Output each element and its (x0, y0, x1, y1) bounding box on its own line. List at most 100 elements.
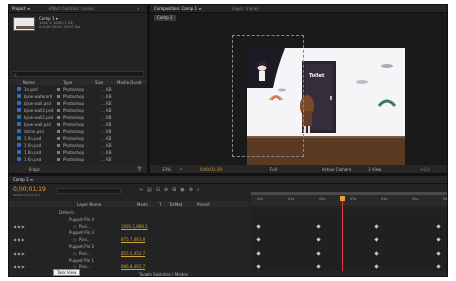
tab-comp1-timeline[interactable]: Comp 1 ≡ (13, 177, 33, 183)
layer-row[interactable]: Puppet Pin 2 (9, 243, 249, 250)
keyframe[interactable] (256, 264, 261, 270)
file-row[interactable]: 1 6n.psd Photoshop ... KB (9, 135, 147, 142)
file-type: Photoshop (63, 94, 85, 99)
keyframe-nav[interactable]: ◀ ◆ ▶ (13, 224, 25, 229)
file-label-swatch (57, 109, 60, 112)
layer-row[interactable]: ◀ ◆ ▶ ◷ Posi... 855.5,452.7 (9, 250, 249, 257)
keyframe[interactable] (316, 251, 321, 256)
file-row[interactable]: bjsw-waterord Photoshop ... KB (9, 93, 147, 100)
breadcrumb[interactable]: Comp 1 (154, 15, 176, 21)
keyframe[interactable] (316, 237, 321, 242)
tab-effect-controls[interactable]: Effect Controls: (none) (49, 6, 94, 12)
tab-composition[interactable]: Composition: Comp 1 ≡ (154, 6, 202, 12)
keyframe[interactable] (374, 223, 379, 229)
property-value[interactable]: 886.8,462.7 (121, 264, 145, 269)
keyframe[interactable] (316, 264, 321, 270)
timecode[interactable]: 0;00;01;19 (13, 186, 46, 193)
photoshop-file-icon (17, 101, 21, 105)
search-input[interactable]: ρ (11, 71, 144, 77)
header-name[interactable]: Name (23, 80, 35, 85)
keyframe[interactable] (436, 237, 441, 242)
task-view-tooltip: Task View (53, 269, 81, 276)
file-size: ... KB (101, 122, 112, 127)
header-mode[interactable]: Mode (137, 202, 148, 207)
header-parent[interactable]: Parent (197, 202, 210, 207)
ruler-tick-label: 05s (412, 197, 419, 201)
ruler-tick-label: 04s (381, 197, 388, 201)
playhead[interactable] (342, 198, 343, 271)
keyframe[interactable] (436, 251, 441, 256)
file-row[interactable]: dome.psd Photoshop ... KB (9, 128, 147, 135)
file-size: ... KB (101, 136, 112, 141)
file-type: Photoshop (63, 122, 85, 127)
keyframe[interactable] (436, 223, 441, 229)
file-row[interactable]: bjsw-wall2.psd Photoshop ... KB (9, 107, 147, 114)
file-row[interactable]: bjsw-wall.psd Photoshop ... KB (9, 121, 147, 128)
header-size[interactable]: Size (95, 80, 103, 85)
photoshop-file-icon (17, 150, 21, 154)
layer-row[interactable]: Deform (9, 209, 249, 216)
ruler-tick-label: 03s (350, 197, 357, 201)
file-name: 1 6n.psd (24, 143, 42, 148)
door-sign: Toilet (309, 73, 325, 79)
keyframe[interactable] (374, 251, 379, 256)
keyframe-nav[interactable]: ◀ ◆ ▶ (13, 264, 25, 269)
timeline-search[interactable] (57, 188, 121, 194)
tab-project[interactable]: Project ≡ (12, 6, 30, 12)
property-value[interactable]: 1091.1,889.2 (121, 224, 148, 229)
zoom-select[interactable]: 33% (162, 167, 171, 172)
stopwatch-icon[interactable]: ◷ (73, 251, 77, 256)
exposure-value[interactable]: +0.0 (420, 167, 430, 172)
keyframe[interactable] (374, 237, 379, 242)
file-label-swatch (57, 137, 60, 140)
header-trkmat[interactable]: TrkMat (169, 202, 182, 207)
keyframe[interactable] (374, 264, 379, 270)
file-name: 1 6n.psd (24, 150, 42, 155)
playhead-handle[interactable] (340, 196, 345, 201)
timeline-toolbar-icons[interactable]: ⤳▤⊟⊕⊞◉⊗⌕ (139, 187, 204, 193)
file-label-swatch (57, 123, 60, 126)
stopwatch-icon[interactable]: ◷ (73, 237, 77, 242)
trash-icon[interactable]: 🗑 (137, 166, 142, 171)
resolution-select[interactable]: Full (270, 167, 277, 172)
stopwatch-icon[interactable]: ◷ (73, 224, 77, 229)
bpc-indicator[interactable]: 8 bpc (29, 167, 40, 172)
keyframe[interactable] (256, 223, 261, 229)
layer-row[interactable]: ◀ ◆ ▶ ◷ Posi... 1091.1,889.2 (9, 223, 249, 230)
viewer-footer: 33% ⌂ 0;00;01;19 Full Active Camera 1 Vi… (150, 165, 447, 173)
header-t[interactable]: T (159, 202, 161, 207)
toggle-switches-modes[interactable]: Toggle Switches / Modes (139, 272, 188, 276)
file-type: Photoshop (63, 157, 85, 162)
tab-layer[interactable]: Layer: (none) (232, 6, 259, 12)
layer-row[interactable]: Puppet Pin 1 (9, 257, 249, 264)
keyframe-nav[interactable]: ◀ ◆ ▶ (13, 251, 25, 256)
layer-row[interactable]: Puppet Pin 3 (9, 229, 249, 236)
file-size: ... KB (101, 87, 112, 92)
header-media-duration[interactable]: Media Durat (117, 80, 142, 85)
current-time[interactable]: 0;00;01;19 (200, 167, 222, 172)
header-layer-name[interactable]: Layer Name (77, 202, 101, 207)
panel-menu-icon[interactable]: » (137, 6, 139, 12)
keyframe[interactable] (436, 264, 441, 270)
file-row[interactable]: bjsw-wall.psd Photoshop ... KB (9, 100, 147, 107)
work-area-bar[interactable] (251, 192, 447, 195)
layer-row[interactable]: ◀ ◆ ▶ ◷ Posi... 886.8,462.7 (9, 263, 249, 270)
layer-row[interactable]: ◀ ◆ ▶ ◷ Posi... 875.7,463.9 (9, 236, 249, 243)
file-row[interactable]: 1 6n.psd Photoshop ... KB (9, 149, 147, 156)
camera-select[interactable]: Active Camera (322, 167, 351, 172)
view-layout-select[interactable]: 1 View (368, 167, 381, 172)
keyframe[interactable] (256, 237, 261, 242)
keyframe-nav[interactable]: ◀ ◆ ▶ (13, 237, 25, 242)
layer-row[interactable]: Puppet Pin 4 (9, 216, 249, 223)
file-row[interactable]: 1 6n.psd Photoshop ... KB (9, 156, 147, 163)
property-value[interactable]: 855.5,452.7 (121, 251, 145, 256)
keyframe[interactable] (316, 223, 321, 229)
file-row[interactable]: 1 6n.psd Photoshop ... KB (9, 142, 147, 149)
property-value[interactable]: 875.7,463.9 (121, 237, 145, 242)
header-type[interactable]: Type (63, 80, 72, 85)
camera-icon[interactable]: ⌂ (180, 166, 183, 171)
file-type: Photoshop (63, 143, 85, 148)
file-row[interactable]: 1n.psd Photoshop ... KB (9, 86, 147, 93)
keyframe[interactable] (256, 251, 261, 256)
file-row[interactable]: bjsw-wall2.psd Photoshop ... KB (9, 114, 147, 121)
